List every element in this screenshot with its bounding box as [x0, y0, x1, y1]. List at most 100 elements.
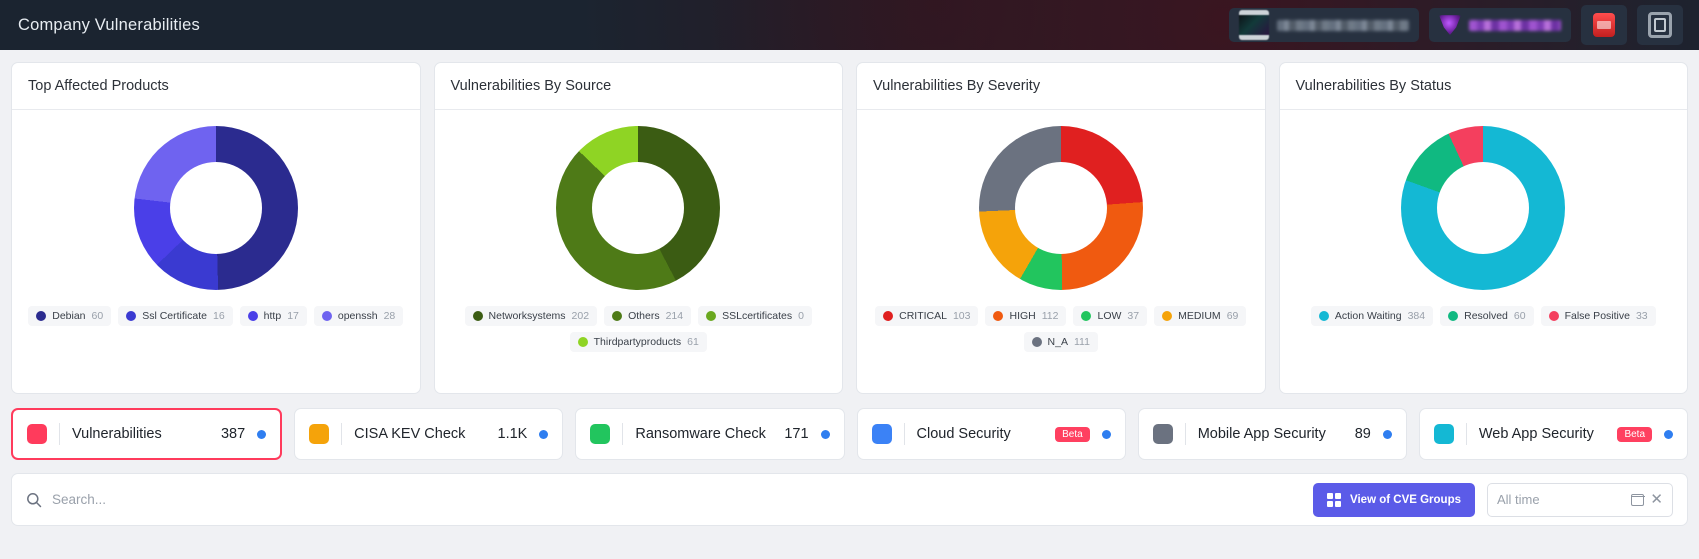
legend-item[interactable]: openssh 28: [313, 306, 404, 326]
legend-value: 28: [383, 310, 396, 322]
legend-value: 214: [665, 310, 684, 322]
notification-icon: [1593, 13, 1615, 37]
info-icon[interactable]: [1664, 429, 1674, 439]
info-icon[interactable]: [1101, 429, 1111, 439]
card-vulnerabilities-by-status: Vulnerabilities By Status Action Waiting…: [1278, 62, 1688, 394]
legend-item[interactable]: Debian 60: [28, 306, 112, 326]
legend-item[interactable]: CRITICAL 103: [875, 306, 979, 326]
tab-label: Ransomware Check: [635, 426, 766, 442]
legend-label: CRITICAL: [899, 310, 947, 322]
tab-web-app-security[interactable]: Web App Security Beta: [1418, 408, 1689, 460]
legend-label: Others: [628, 310, 660, 322]
legend-value: 33: [1635, 310, 1648, 322]
legend-item[interactable]: LOW 37: [1073, 306, 1148, 326]
tab-vulnerabilities[interactable]: Vulnerabilities 387: [11, 408, 283, 460]
date-range-value: All time: [1497, 492, 1540, 507]
tab-mobile-app-security[interactable]: Mobile App Security 89: [1137, 408, 1407, 460]
tab-cisa-kev-check[interactable]: CISA KEV Check 1.1K: [294, 408, 564, 460]
tab-ransomware-check[interactable]: Ransomware Check 171: [575, 408, 845, 460]
info-icon[interactable]: [820, 429, 830, 439]
tab-cloud-security[interactable]: Cloud Security Beta: [856, 408, 1126, 460]
card-body: CRITICAL 103 HIGH 112 LOW 37 MEDIUM 69 N_A 111: [857, 110, 1265, 393]
legend-value: 384: [1407, 310, 1426, 322]
legend-item[interactable]: Thirdpartyproducts 61: [569, 332, 707, 352]
search-input[interactable]: [52, 492, 412, 507]
legend-label: LOW: [1097, 310, 1122, 322]
card-vulnerabilities-by-source: Vulnerabilities By Source Networksystems…: [433, 62, 843, 394]
tab-count: 89: [1354, 426, 1371, 442]
beta-badge: Beta: [1055, 426, 1090, 442]
tenant-chip[interactable]: [1429, 8, 1571, 42]
page-title: Company Vulnerabilities: [18, 15, 200, 34]
legend-color-dot: [1031, 337, 1042, 347]
legend-color-dot: [1548, 311, 1559, 321]
tab-label: CISA KEV Check: [354, 426, 466, 442]
legend-item[interactable]: False Positive 33: [1540, 306, 1656, 326]
legend-item[interactable]: Resolved 60: [1440, 306, 1534, 326]
donut-ring: [556, 126, 721, 290]
legend-color-dot: [126, 311, 137, 321]
legend-value: 17: [287, 310, 299, 322]
tab-divider: [59, 423, 60, 445]
legend-color-dot: [472, 311, 483, 321]
tab-color-swatch: [1433, 424, 1454, 444]
legend-item[interactable]: N_A 111: [1023, 332, 1098, 352]
legend-item[interactable]: Ssl Certificate 16: [118, 306, 233, 326]
legend-color-dot: [706, 311, 717, 321]
tab-color-swatch: [1152, 424, 1173, 444]
legend-label: HIGH: [1009, 310, 1036, 322]
tab-divider: [622, 423, 624, 445]
legend-item[interactable]: HIGH 112: [985, 306, 1067, 326]
donut-chart-source: [556, 126, 721, 290]
tenant-name-redacted: [1469, 19, 1561, 31]
legend-value: 60: [1513, 310, 1526, 322]
legend-label: openssh: [337, 310, 378, 322]
toolbar: View of CVE Groups All time ✕: [11, 473, 1688, 526]
legend-item[interactable]: MEDIUM 69: [1154, 306, 1247, 326]
legend-color-dot: [883, 311, 894, 321]
clear-date-icon[interactable]: ✕: [1650, 492, 1663, 507]
legend-value: 0: [798, 310, 804, 322]
tab-color-swatch: [27, 424, 47, 444]
legend-item[interactable]: SSLcertificates 0: [698, 306, 812, 326]
legend-item[interactable]: Action Waiting 384: [1310, 306, 1434, 326]
card-top-affected-products: Top Affected Products Debian 60 Ssl Certif…: [11, 62, 421, 394]
calendar-icon[interactable]: [1631, 493, 1645, 506]
info-icon[interactable]: [1382, 429, 1392, 439]
legend-label: Resolved: [1464, 310, 1508, 322]
account-chip[interactable]: [1229, 8, 1419, 42]
legend-color-dot: [36, 311, 47, 321]
legend-value: 69: [1226, 310, 1239, 322]
dashboard-cards: Top Affected Products Debian 60 Ssl Certif…: [0, 50, 1699, 394]
legend-label: Action Waiting: [1334, 310, 1402, 322]
legend-item[interactable]: http 17: [239, 306, 307, 326]
apps-button[interactable]: [1637, 5, 1683, 45]
card-title: Vulnerabilities By Source: [434, 63, 842, 110]
top-bar: Company Vulnerabilities: [0, 0, 1699, 50]
info-icon[interactable]: [539, 429, 549, 439]
legend-value: 61: [687, 336, 699, 348]
legend-label: MEDIUM: [1178, 310, 1221, 322]
legend-value: 16: [212, 310, 225, 322]
date-range-field[interactable]: All time ✕: [1487, 482, 1673, 517]
card-title: Top Affected Products: [12, 63, 420, 110]
legend-item[interactable]: Networksystems 202: [464, 306, 598, 326]
tab-color-swatch: [590, 424, 611, 444]
legend-label: False Positive: [1564, 310, 1630, 322]
chart-legend: Action Waiting 384 Resolved 60 False Positiv…: [1303, 306, 1664, 326]
tab-label: Vulnerabilities: [72, 426, 162, 442]
legend-color-dot: [1318, 311, 1329, 321]
info-icon[interactable]: [257, 429, 267, 439]
tab-count: 1.1K: [497, 426, 528, 442]
legend-label: Networksystems: [488, 310, 566, 322]
legend-label: SSLcertificates: [722, 310, 793, 322]
donut-ring: [1401, 126, 1566, 290]
legend-color-dot: [1448, 311, 1459, 321]
notification-button[interactable]: [1581, 5, 1627, 45]
view-cve-groups-button[interactable]: View of CVE Groups: [1313, 482, 1475, 517]
tab-divider: [903, 423, 905, 445]
search-icon: [27, 492, 42, 507]
card-title: Vulnerabilities By Severity: [857, 63, 1265, 110]
module-tabs: Vulnerabilities 387 CISA KEV Check 1.1K Rans…: [0, 394, 1699, 460]
legend-item[interactable]: Others 214: [604, 306, 692, 326]
